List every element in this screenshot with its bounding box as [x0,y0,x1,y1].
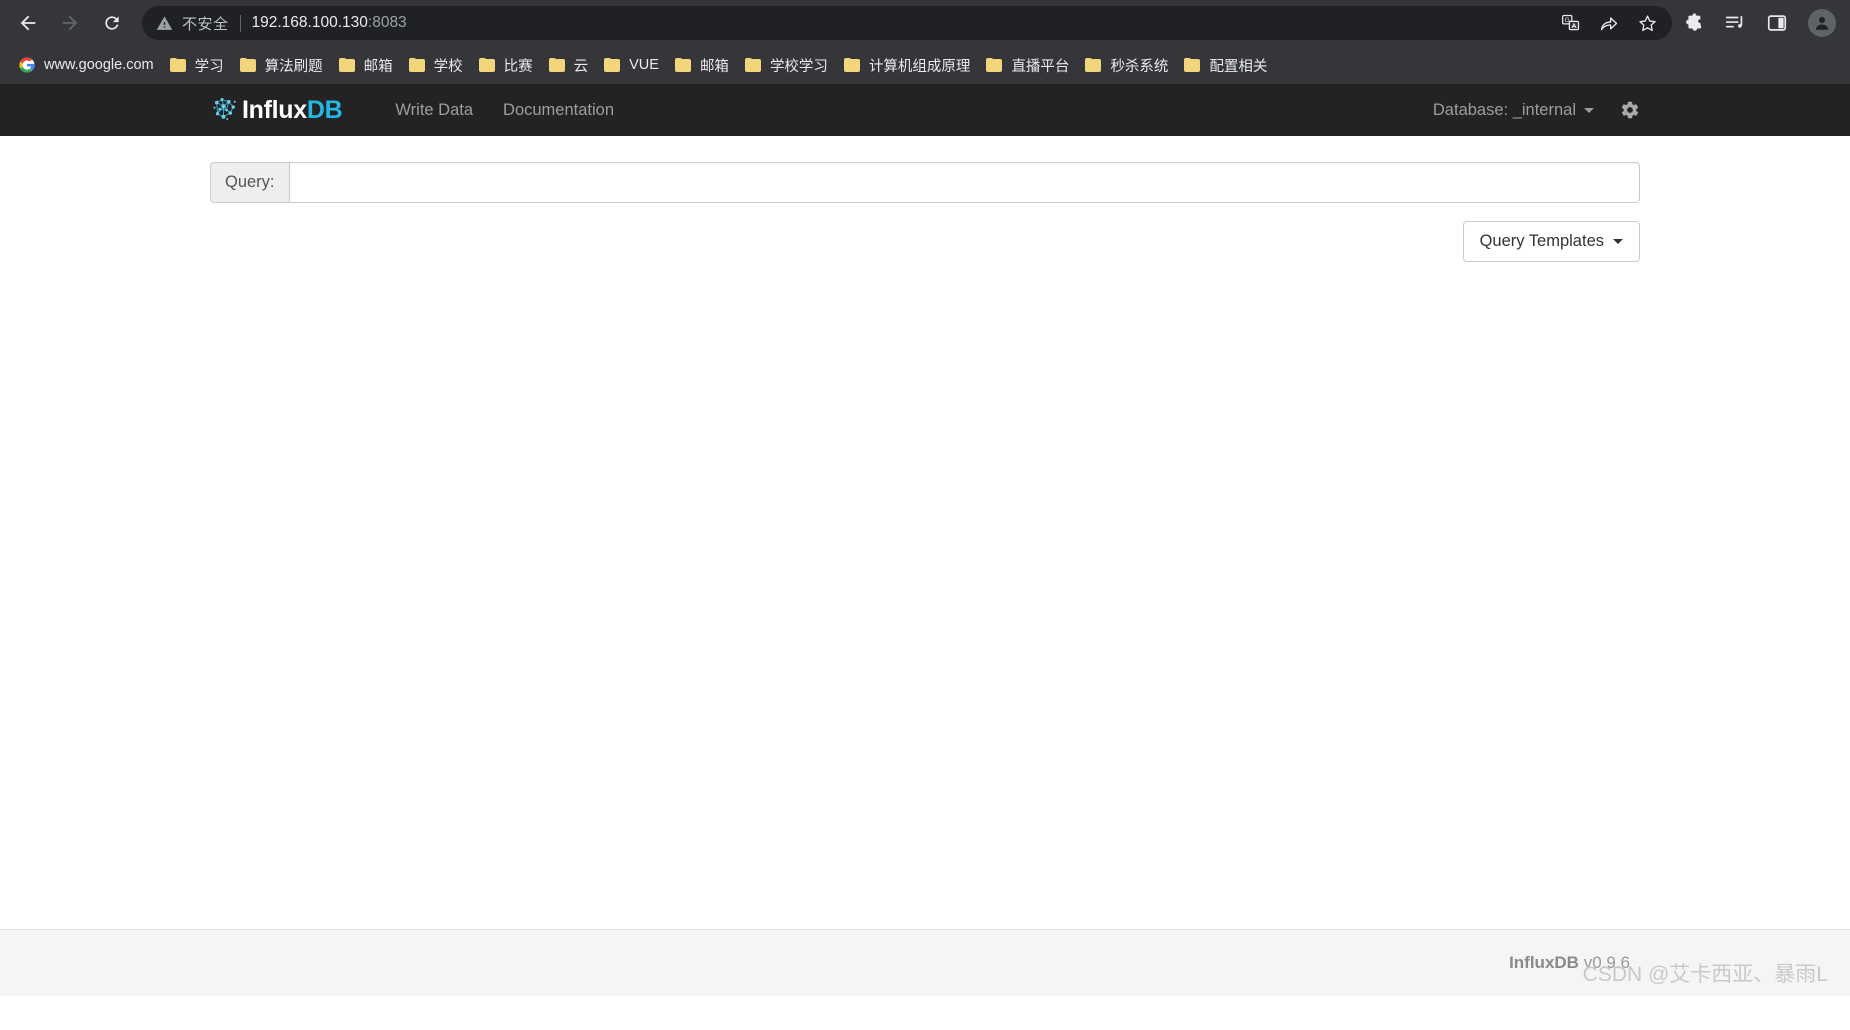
star-icon[interactable] [1636,12,1658,34]
bookmark-label: VUE [629,57,659,73]
gear-icon [1621,101,1639,119]
folder-icon [408,57,426,73]
bookmark-label: www.google.com [44,57,154,73]
folder-icon [338,57,356,73]
bookmark-item[interactable]: 比赛 [471,51,541,79]
page-body: Query: Query Templates InfluxDB v0.9.6 C… [0,136,1850,996]
bookmark-item[interactable]: 直播平台 [978,51,1077,79]
influxdb-navbar: InfluxDB Write Data Documentation Databa… [0,84,1850,136]
bookmark-item[interactable]: 算法刷题 [232,51,331,79]
browser-toolbar: 不安全 192.168.100.130 :8083 G [0,0,1850,46]
profile-avatar-icon[interactable] [1808,9,1836,37]
forward-arrow-icon [59,12,81,34]
chevron-down-icon [1613,239,1623,244]
bookmark-label: 直播平台 [1011,58,1070,75]
browser-toolbar-right [1682,9,1840,37]
csdn-watermark: CSDN @艾卡西亚、暴雨L [1582,963,1828,986]
folder-icon [169,57,187,73]
url-host-text: 192.168.100.130 [251,14,368,31]
omnibox-action-icons: G [1550,12,1658,34]
back-arrow-icon [17,12,39,34]
folder-icon [1184,57,1201,73]
bookmark-item[interactable]: 秒杀系统 [1077,51,1176,79]
forward-button[interactable] [50,3,90,43]
folder-icon [478,57,496,73]
google-icon [18,56,36,74]
content-container: Query: Query Templates [210,136,1640,262]
back-button[interactable] [8,3,48,43]
database-selector[interactable]: Database: _internal [1433,101,1594,120]
folder-icon [239,57,257,73]
page-footer: InfluxDB v0.9.6 CSDN @艾卡西亚、暴雨L [0,929,1850,996]
settings-gear-button[interactable] [1620,100,1640,120]
footer-product-name: InfluxDB [1509,953,1579,972]
omnibox-divider [239,14,241,32]
chevron-down-icon [1584,107,1594,113]
folder-icon [744,57,762,73]
query-templates-label: Query Templates [1479,232,1604,250]
folder-icon [674,57,692,73]
bookmark-label: 学习 [194,58,224,75]
bookmark-label: 学校学习 [769,58,828,75]
bookmark-label: 算法刷题 [264,58,323,75]
query-input[interactable] [288,162,1640,203]
bookmark-label: 学校 [433,58,463,75]
reload-button[interactable] [92,3,132,43]
folder-icon [548,57,566,73]
bookmark-item[interactable]: 邮箱 [331,51,401,79]
bookmark-item[interactable]: VUE [596,51,667,79]
bookmark-item[interactable]: 云 [541,51,597,79]
folder-icon [843,57,861,73]
address-bar[interactable]: 不安全 192.168.100.130 :8083 G [142,6,1672,40]
brand-primary-text: Influx [242,95,307,124]
bookmark-item[interactable]: 邮箱 [667,51,737,79]
brand-accent-text: DB [306,95,343,124]
url-port-text: :8083 [367,14,407,31]
nav-link-write-data[interactable]: Write Data [380,84,488,136]
query-input-group: Query: [210,162,1640,203]
influxdb-logo-icon [210,95,240,125]
bookmark-label: 邮箱 [363,58,393,75]
bookmark-label: 云 [573,58,589,75]
folder-icon [1085,57,1102,73]
bookmark-label: 比赛 [503,58,533,75]
browser-chrome: 不安全 192.168.100.130 :8083 G www.google.c… [0,0,1850,84]
bookmark-label: 邮箱 [699,58,729,75]
nav-link-documentation[interactable]: Documentation [488,84,629,136]
bookmark-item[interactable]: 学校 [401,51,471,79]
translate-icon[interactable]: G [1560,12,1582,34]
bookmark-label: 秒杀系统 [1110,58,1169,75]
security-status-text: 不安全 [182,15,229,33]
database-selector-label: Database: _internal [1432,100,1576,119]
folder-icon [986,57,1003,73]
reload-icon [102,13,122,33]
bookmark-item[interactable]: www.google.com [10,51,162,79]
navbar-right: Database: _internal [1433,100,1640,120]
bookmarks-bar: www.google.com 学习 算法刷题 邮箱 学校 比赛 云 VUE 邮箱… [0,46,1850,84]
share-icon[interactable] [1598,12,1620,34]
influxdb-brand[interactable]: InfluxDB [210,95,343,125]
bookmark-label: 计算机组成原理 [868,58,971,75]
query-label: Query: [210,162,289,203]
puzzle-piece-icon[interactable] [1682,12,1704,34]
folder-icon [604,57,621,73]
bookmark-item[interactable]: 学习 [162,51,232,79]
brand-text: InfluxDB [242,95,343,125]
query-actions-row: Query Templates [210,221,1640,262]
side-panel-icon[interactable] [1766,12,1788,34]
bookmark-item[interactable]: 学校学习 [737,51,836,79]
bookmark-item[interactable]: 计算机组成原理 [836,51,979,79]
media-playlist-icon[interactable] [1724,12,1746,34]
warning-triangle-icon [156,15,173,32]
query-templates-button[interactable]: Query Templates [1462,221,1640,262]
bookmark-label: 配置相关 [1209,58,1268,75]
bookmark-item[interactable]: 配置相关 [1176,51,1275,79]
